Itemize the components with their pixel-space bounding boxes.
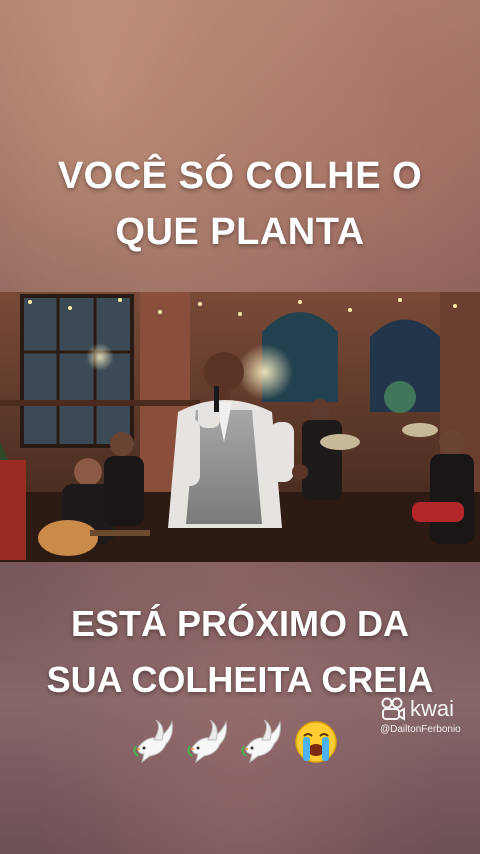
kwai-logo-icon <box>381 697 405 721</box>
video-scene <box>0 292 480 562</box>
top-caption: VOCÊ SÓ COLHE O QUE PLANTA <box>0 148 480 260</box>
kwai-brand-text: kwai <box>410 696 455 721</box>
dove-icon <box>241 719 281 764</box>
kwai-watermark: kwai @DailtonFerbonio <box>380 696 476 735</box>
dove-icon <box>133 719 173 764</box>
top-caption-line-1: VOCÊ SÓ COLHE O <box>57 155 423 197</box>
loudly-crying-face-icon <box>295 721 337 763</box>
kwai-logo: kwai <box>380 696 476 722</box>
emoji-row <box>132 716 338 768</box>
dove-icon <box>187 719 227 764</box>
creator-username: @DailtonFerbonio <box>380 724 461 735</box>
top-caption-line-2: QUE PLANTA <box>115 211 365 253</box>
kwai-video-frame: VOCÊ SÓ COLHE O QUE PLANTA ESTÁ PRÓXIMO … <box>0 0 480 854</box>
bottom-caption-line-1: ESTÁ PRÓXIMO DA <box>70 603 410 644</box>
video-player[interactable] <box>0 292 480 562</box>
bottom-caption: ESTÁ PRÓXIMO DA SUA COLHEITA CREIA <box>0 596 480 708</box>
